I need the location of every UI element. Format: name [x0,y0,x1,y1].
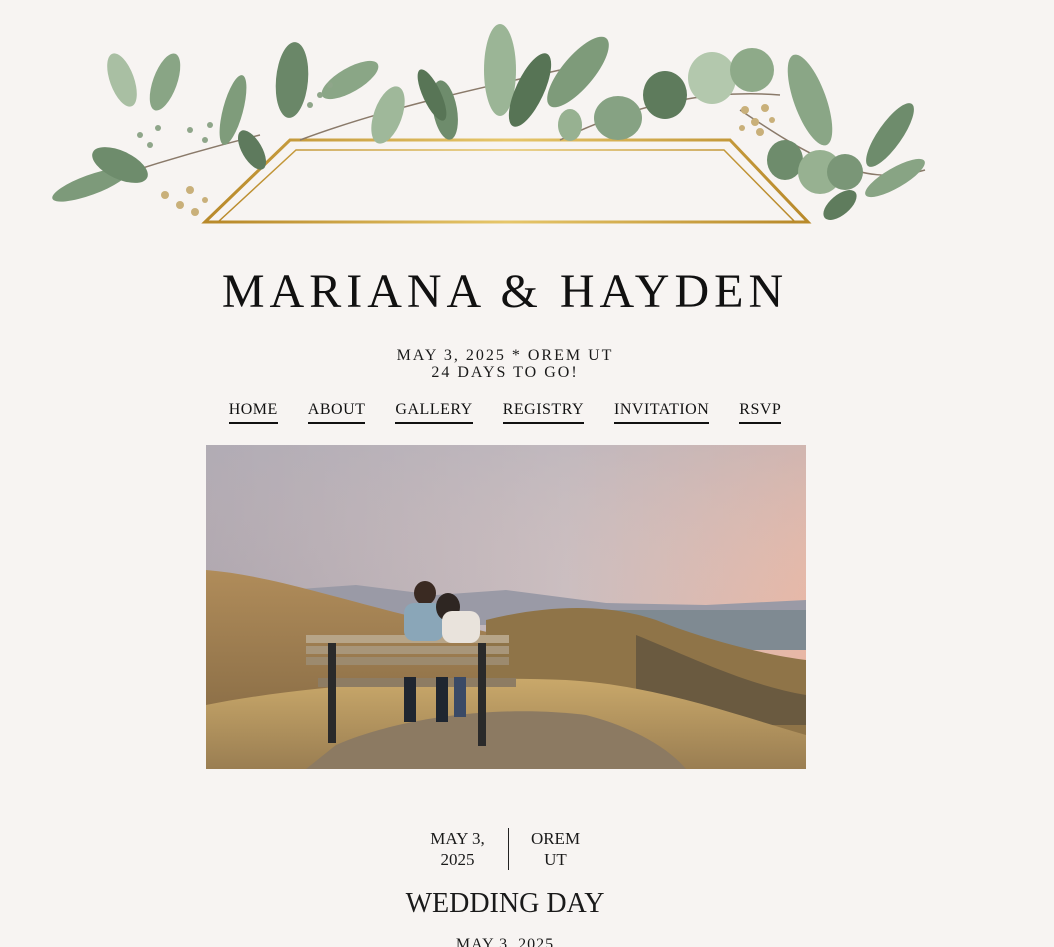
event-meta: MAY 3, 2025 OREM UT [0,828,1010,870]
eucalyptus-header-decoration [52,24,926,224]
header-subtitle: MAY 3, 2025 * OREM UT 24 DAYS TO GO! [0,347,1010,381]
hero-photo [206,445,806,769]
event-title: WEDDING DAY [405,888,605,919]
countdown: 24 DAYS TO GO! [431,364,579,381]
nav-item-gallery[interactable]: GALLERY [395,401,473,424]
event-date-line-1: MAY 3, [430,829,485,848]
event-date: MAY 3, 2025 [428,828,509,870]
nav-item-about[interactable]: ABOUT [307,401,366,424]
event-location: OREM UT [509,828,583,870]
nav-item-invitation[interactable]: INVITATION [614,401,710,424]
nav-item-registry[interactable]: REGISTRY [502,401,585,424]
main-nav: HOME ABOUT GALLERY REGISTRY INVITATION R… [0,401,1010,424]
couple-title: MARIANA & HAYDEN [221,265,789,318]
couple-on-bench-image [206,445,806,769]
event-date-repeat: MAY 3, 2025 [455,936,555,947]
event-date-line-2: 2025 [440,850,475,869]
page: MARIANA & HAYDEN MAY 3, 2025 * OREM UT 2… [0,0,1054,947]
wedding-date-location: MAY 3, 2025 * OREM UT [396,347,614,364]
event-location-line-2: UT [544,850,567,869]
event-location-line-1: OREM [530,829,581,848]
nav-item-rsvp[interactable]: RSVP [739,401,782,424]
nav-item-home[interactable]: HOME [228,401,278,424]
